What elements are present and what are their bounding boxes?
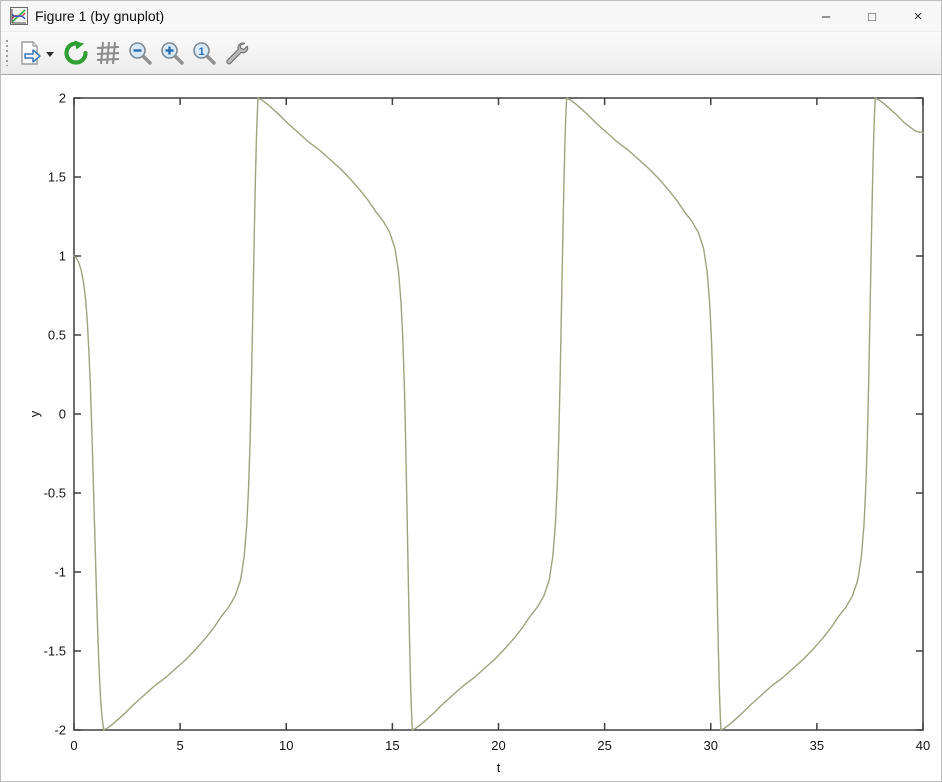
x-tick-label: 40: [916, 738, 930, 753]
y-tick-label: 1.5: [48, 170, 66, 185]
x-tick-label: 30: [704, 738, 718, 753]
plot-canvas: 0 5 10 15 20 25 30 35 40 -2 -1.5 -1 -0.5 0 0.5 1 1.5 2 t y: [1, 75, 941, 781]
zoom-previous-button[interactable]: [124, 36, 156, 70]
series-line: [73, 97, 924, 731]
grid-icon: [96, 41, 120, 65]
plot-border: [73, 97, 924, 731]
replot-button[interactable]: [60, 36, 92, 70]
minimize-button[interactable]: –: [803, 1, 849, 31]
y-tick-label: 2: [59, 91, 66, 106]
maximize-button[interactable]: □: [849, 1, 895, 31]
window-title: Figure 1 (by gnuplot): [35, 8, 165, 24]
y-tick-label: -2: [54, 723, 66, 738]
zoom-in-icon: [161, 42, 184, 65]
window-controls: – □ ×: [803, 1, 941, 31]
zoom-reset-1-icon: 1: [193, 42, 216, 65]
y-tick-label: 0.5: [48, 328, 66, 343]
x-tick-label: 15: [385, 738, 399, 753]
y-axis-label: y: [27, 410, 42, 417]
wrench-icon: [226, 42, 249, 65]
y-tick-label: -0.5: [44, 486, 66, 501]
zoom-next-button[interactable]: [156, 36, 188, 70]
x-tick-label: 25: [597, 738, 611, 753]
close-button[interactable]: ×: [895, 1, 941, 31]
toolbar-grip-handle[interactable]: [6, 40, 9, 66]
title-bar: Figure 1 (by gnuplot) – □ ×: [1, 1, 941, 32]
y-tick-label: 0: [59, 407, 66, 422]
configure-button[interactable]: [220, 36, 252, 70]
y-tick-label: 1: [59, 249, 66, 264]
zoom-initial-button[interactable]: 1: [188, 36, 220, 70]
export-dropdown-caret[interactable]: [46, 52, 54, 61]
x-tick-label: 35: [810, 738, 824, 753]
gnuplot-mini-chart-icon: [10, 7, 28, 25]
x-tick-label: 10: [279, 738, 293, 753]
y-tick-label: -1.5: [44, 644, 66, 659]
x-axis-label: t: [497, 760, 501, 775]
export-plot-button[interactable]: [14, 36, 46, 70]
x-tick-label: 20: [491, 738, 505, 753]
svg-text:1: 1: [198, 46, 204, 58]
zoom-out-icon: [129, 42, 152, 65]
plot-area[interactable]: 0 5 10 15 20 25 30 35 40 -2 -1.5 -1 -0.5 0 0.5 1 1.5 2 t y: [1, 75, 942, 782]
toolbar: 1: [1, 32, 941, 75]
x-tick-label: 5: [177, 738, 184, 753]
toggle-grid-button[interactable]: [92, 36, 124, 70]
refresh-icon: [64, 40, 88, 65]
gnuplot-window: Figure 1 (by gnuplot) – □ × 1 0 5 10 15 …: [0, 0, 942, 782]
x-tick-label: 0: [70, 738, 77, 753]
export-page-icon: [21, 41, 41, 65]
y-tick-label: -1: [54, 565, 66, 580]
